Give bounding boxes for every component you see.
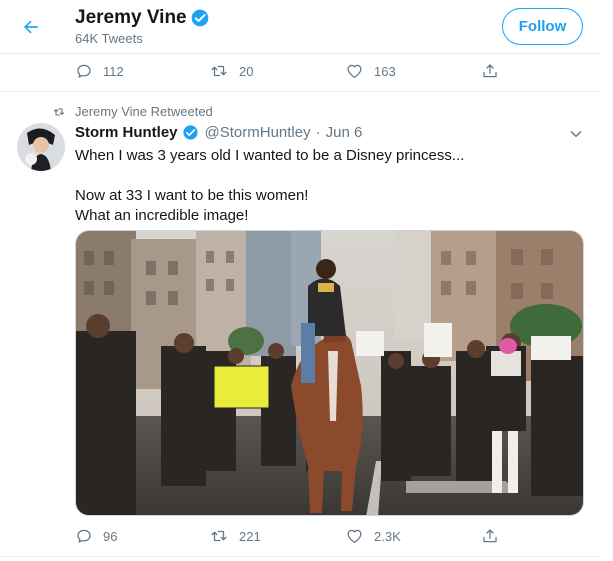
retweet-icon [211, 65, 227, 77]
reply-button[interactable]: 112 [75, 56, 124, 86]
share-icon [483, 64, 497, 78]
profile-name: Jeremy Vine [75, 7, 187, 28]
share-button[interactable] [481, 521, 509, 551]
retweet-count: 221 [239, 528, 261, 544]
retweet-context-label: Jeremy Vine Retweeted [75, 104, 213, 119]
reply-count: 96 [103, 528, 118, 544]
heart-icon [347, 529, 362, 544]
like-button[interactable]: 2.3K [345, 521, 401, 551]
author-handle[interactable]: @StormHuntley [205, 124, 311, 141]
retweet-icon [53, 107, 65, 116]
avatar-image [17, 123, 65, 171]
verified-badge-icon [182, 125, 198, 140]
tweet-action-bar: 96 221 2.3K [0, 521, 600, 551]
profile-name-row: Jeremy Vine [75, 7, 210, 29]
like-count: 2.3K [374, 528, 401, 544]
prev-tweet-action-bar: 112 20 163 [0, 56, 600, 86]
share-button[interactable] [481, 56, 509, 86]
tweet-photo[interactable] [75, 230, 584, 516]
reply-button[interactable]: 96 [75, 521, 117, 551]
verified-badge-icon [191, 9, 208, 27]
heart-icon [347, 64, 362, 79]
retweet-button[interactable]: 221 [209, 521, 261, 551]
chevron-down-icon [570, 130, 582, 138]
retweet-context[interactable]: Jeremy Vine Retweeted [52, 104, 213, 119]
retweet-icon [211, 530, 227, 542]
reply-icon [77, 529, 91, 543]
reply-icon [77, 64, 91, 78]
back-arrow-icon [24, 20, 38, 34]
follow-button[interactable]: Follow [502, 8, 583, 45]
tweet-menu-button[interactable] [566, 124, 586, 144]
back-button[interactable] [18, 14, 44, 40]
author-name[interactable]: Storm Huntley [75, 124, 178, 141]
protest-photo-image [76, 231, 583, 515]
like-count: 163 [374, 63, 396, 79]
retweet-button[interactable]: 20 [209, 56, 253, 86]
tweet-text-line: What an incredible image! [75, 207, 249, 224]
reply-count: 112 [103, 63, 124, 79]
tweet-text-line: Now at 33 I want to be this women! [75, 187, 309, 204]
avatar[interactable] [17, 123, 65, 171]
tweet-text: When I was 3 years old I wanted to be a … [75, 146, 585, 226]
divider [0, 556, 600, 557]
share-icon [483, 529, 497, 543]
tweet-date[interactable]: Jun 6 [326, 124, 363, 141]
like-button[interactable]: 163 [345, 56, 396, 86]
divider [0, 91, 600, 92]
tweet-header: Storm Huntley @StormHuntley · Jun 6 [75, 124, 362, 141]
profile-header: Jeremy Vine 64K Tweets Follow [0, 0, 600, 54]
separator-dot: · [315, 124, 321, 141]
retweet-count: 20 [239, 63, 254, 79]
tweet-count: 64K Tweets [75, 31, 143, 46]
tweet-text-line: When I was 3 years old I wanted to be a … [75, 147, 465, 164]
